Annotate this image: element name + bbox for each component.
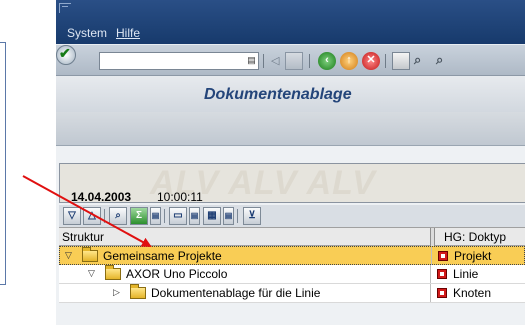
exit-icon[interactable]: ↑ [340,52,358,70]
find-next-icon[interactable]: ⌕ [436,52,454,70]
tree-row-label: AXOR Uno Piccolo [126,267,228,281]
command-field[interactable] [99,52,259,70]
collapse-all-icon[interactable]: △ [83,207,101,225]
menu-item-hilfe[interactable]: Hilfe [116,26,140,40]
sum-dropdown-icon[interactable]: ▤ [150,207,161,225]
column-resize-handle[interactable] [430,228,435,246]
tree-row-type: Knoten [453,286,492,300]
column-divider [431,247,436,265]
folder-icon [82,247,98,262]
tree-grid-header: Struktur HG: Doktyp [59,227,525,246]
document-type-icon [437,269,447,279]
cancel-icon[interactable]: ✕ [362,52,380,70]
command-history-dropdown-icon[interactable]: ▤ [246,53,257,68]
column-divider [430,265,435,283]
alv-header: ALV ALV ALV 14.04.2003 10:00:11 [59,163,525,203]
tree-row[interactable]: ▽ Gemeinsame Projekte Projekt [59,246,525,265]
print-icon[interactable] [392,52,410,70]
collapse-toolbar-icon[interactable]: ◁ [271,54,279,67]
alv-date: 14.04.2003 [71,190,132,203]
alv-separator [164,209,165,223]
alv-separator [237,209,238,223]
sum-icon[interactable]: Σ [130,207,148,225]
alv-toolbar: ▽ △ ⌕ Σ ▤ ▭ ▤ ▦ ▤ ⊻ [59,205,525,227]
menu-bar: System Hilfe [56,0,525,44]
checkmark-icon: ✔ [59,45,71,61]
expanded-node-icon[interactable]: ▽ [88,268,95,279]
save-icon[interactable] [285,52,303,70]
menu-item-system[interactable]: System [67,26,107,40]
tree-row[interactable]: ▽ AXOR Uno Piccolo Linie [59,265,525,284]
tree-row[interactable]: ▷ Dokumentenablage für die Linie Knoten [59,284,525,303]
content-area: ALV ALV ALV 14.04.2003 10:00:11 ▽ △ ⌕ Σ … [56,146,525,325]
enter-button[interactable]: ✔ [56,45,76,65]
collapsed-node-icon[interactable]: ▷ [113,287,120,298]
column-header-struktur[interactable]: Struktur [62,230,104,244]
toolbar-separator [309,54,310,68]
layout-icon[interactable]: ▦ [203,207,221,225]
tree-row-label: Dokumentenablage für die Linie [151,286,321,300]
back-icon[interactable]: ‹ [318,52,336,70]
layout-dropdown-icon[interactable]: ▤ [223,207,234,225]
document-type-icon [437,288,447,298]
print-preview-icon[interactable]: ▭ [169,207,187,225]
expand-all-icon[interactable]: ▽ [63,207,81,225]
tree-row-type: Linie [453,267,479,281]
toolbar-separator [385,54,386,68]
column-header-doktyp[interactable]: HG: Doktyp [444,230,506,244]
toolbar-separator [263,54,264,68]
find-icon[interactable]: ⌕ [414,52,432,70]
alv-separator [104,209,105,223]
system-menu-icon[interactable] [59,3,71,13]
title-bar: Dokumentenablage [56,76,525,112]
alv-time: 10:00:11 [157,190,203,203]
tree-row-label: Gemeinsame Projekte [103,249,222,263]
sap-window: System Hilfe ✔ ▤ ◁ ‹ ↑ ✕ ⌕ ⌕ Dokumentena… [56,0,525,325]
application-toolbar [56,112,525,146]
alv-find-icon[interactable]: ⌕ [109,207,127,225]
open-folder-icon [105,265,121,280]
filter-icon[interactable]: ⊻ [243,207,261,225]
tree-row-type: Projekt [454,249,492,263]
document-type-icon [438,251,448,261]
expanded-node-icon[interactable]: ▽ [65,250,72,261]
print-dropdown-icon[interactable]: ▤ [189,207,200,225]
page-title: Dokumentenablage [204,86,352,103]
standard-toolbar: ✔ ▤ ◁ ‹ ↑ ✕ ⌕ ⌕ [56,44,525,76]
column-divider [430,284,435,302]
left-panel-frame [0,42,6,285]
folder-icon [130,284,146,299]
